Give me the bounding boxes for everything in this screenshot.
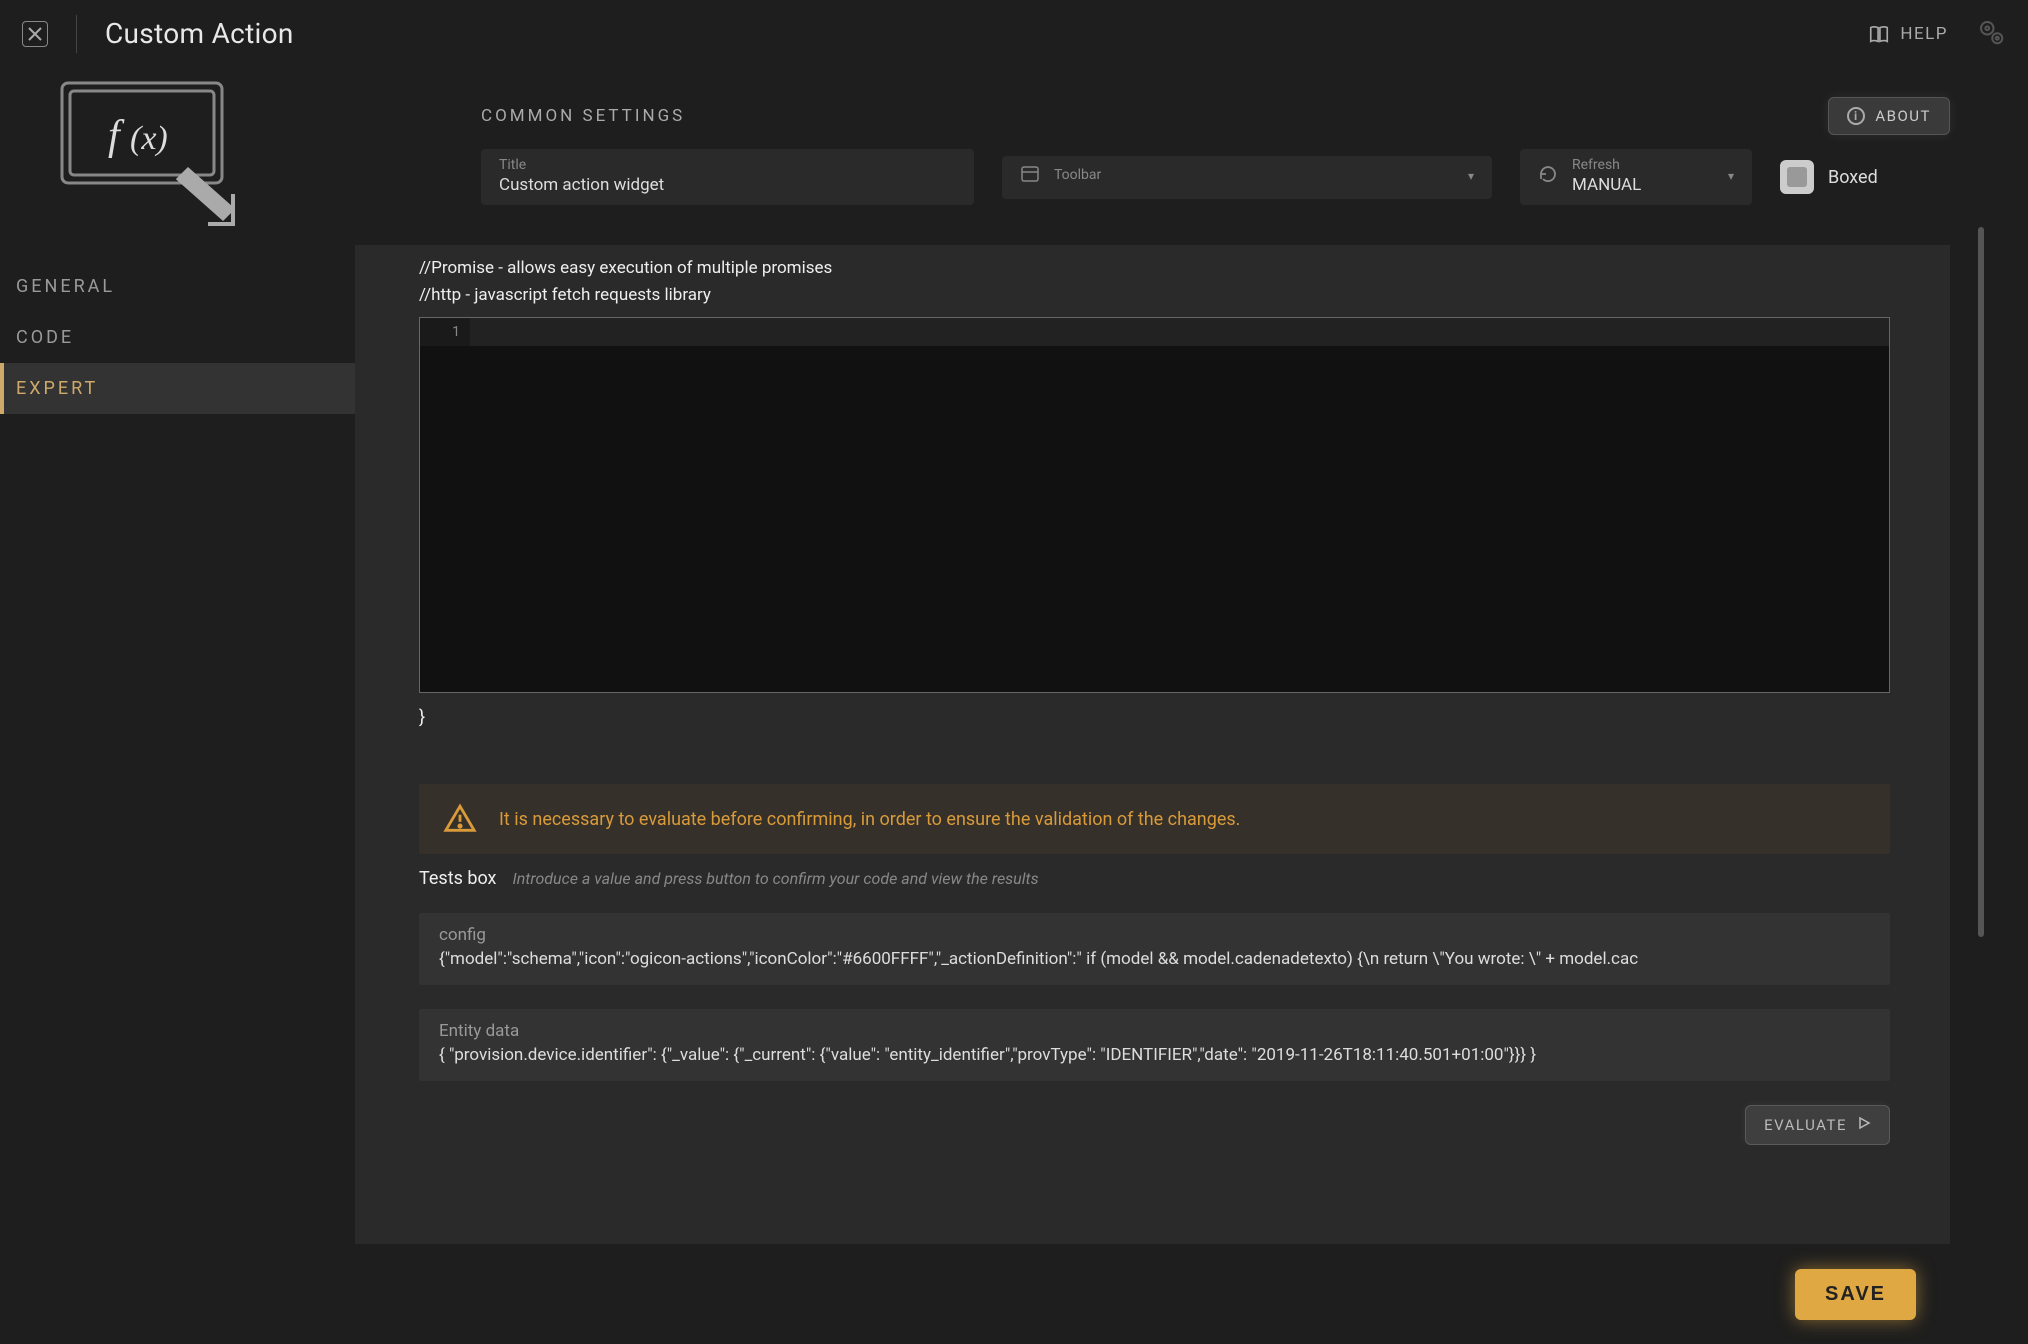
chevron-down-icon: ▾ xyxy=(1468,169,1474,183)
nav-item-expert[interactable]: EXPERT xyxy=(0,363,355,414)
app-header: Custom Action HELP xyxy=(0,0,2028,67)
play-icon xyxy=(1857,1116,1871,1134)
code-comment-1: //Promise - allows easy execution of mul… xyxy=(419,255,1890,282)
about-button[interactable]: i ABOUT xyxy=(1828,97,1950,135)
boxed-checkbox-wrap: Boxed xyxy=(1780,160,1878,194)
config-value: {"model":"schema","icon":"ogicon-actions… xyxy=(439,949,1870,969)
close-icon xyxy=(28,27,42,41)
settings-row: Title Custom action widget Toolbar ▾ xyxy=(355,149,1950,205)
code-editor[interactable]: 1 xyxy=(419,317,1890,693)
divider xyxy=(76,15,77,53)
editor-gutter: 1 xyxy=(420,318,470,346)
sidebar-nav: GENERAL CODE EXPERT xyxy=(0,261,355,414)
body-area: f (x) GENERAL CODE EXPERT COMMON SETTING… xyxy=(0,67,2028,1244)
help-label: HELP xyxy=(1900,24,1948,44)
config-input[interactable]: config {"model":"schema","icon":"ogicon-… xyxy=(419,913,1890,985)
left-sidebar: f (x) GENERAL CODE EXPERT xyxy=(0,67,355,1244)
expert-panel: //Promise - allows easy execution of mul… xyxy=(355,245,1950,1244)
main-content: COMMON SETTINGS i ABOUT Title Custom act… xyxy=(355,67,2028,1244)
chevron-down-icon: ▾ xyxy=(1728,169,1734,183)
book-icon xyxy=(1868,23,1890,45)
save-button[interactable]: SAVE xyxy=(1795,1269,1916,1320)
toolbar-select[interactable]: Toolbar ▾ xyxy=(1002,156,1492,199)
code-comment-2: //http - javascript fetch requests libra… xyxy=(419,282,1890,309)
tests-header: Tests box Introduce a value and press bu… xyxy=(419,868,1890,889)
evaluate-label: EVALUATE xyxy=(1764,1116,1847,1134)
refresh-select[interactable]: Refresh MANUAL ▾ xyxy=(1520,149,1752,205)
entity-label: Entity data xyxy=(439,1021,1870,1041)
function-icon: f (x) xyxy=(58,79,273,239)
nav-item-general[interactable]: GENERAL xyxy=(0,261,355,312)
warning-icon xyxy=(443,802,477,836)
settings-gear-button[interactable] xyxy=(1976,17,2006,51)
title-field[interactable]: Title Custom action widget xyxy=(481,149,974,205)
boxed-checkbox[interactable] xyxy=(1780,160,1814,194)
tests-hint: Introduce a value and press button to co… xyxy=(512,869,1038,888)
settings-header: COMMON SETTINGS i ABOUT xyxy=(355,67,1950,149)
config-label: config xyxy=(439,925,1870,945)
scrollbar[interactable] xyxy=(1978,227,1984,937)
toolbar-label: Toolbar xyxy=(1054,167,1454,183)
help-link[interactable]: HELP xyxy=(1868,23,1948,45)
entity-data-input[interactable]: Entity data { "provision.device.identifi… xyxy=(419,1009,1890,1081)
footer: SAVE xyxy=(0,1244,2028,1344)
close-button[interactable] xyxy=(22,21,48,47)
svg-text:f: f xyxy=(108,113,125,159)
entity-value: { "provision.device.identifier": {"_valu… xyxy=(439,1045,1870,1065)
warning-text: It is necessary to evaluate before confi… xyxy=(499,809,1240,830)
title-field-label: Title xyxy=(499,157,956,173)
tests-label: Tests box xyxy=(419,868,496,889)
boxed-label: Boxed xyxy=(1828,167,1878,188)
toolbar-icon xyxy=(1020,164,1040,189)
gear-icon xyxy=(1976,17,2006,47)
refresh-icon xyxy=(1538,164,1558,189)
fx-logo: f (x) xyxy=(0,67,355,261)
header-left: Custom Action xyxy=(22,15,294,53)
refresh-value: MANUAL xyxy=(1572,175,1714,195)
page-title: Custom Action xyxy=(105,17,294,50)
title-field-value: Custom action widget xyxy=(499,175,956,195)
common-settings-label: COMMON SETTINGS xyxy=(481,106,685,126)
about-label: ABOUT xyxy=(1875,107,1931,125)
closing-brace: } xyxy=(419,707,1890,728)
info-icon: i xyxy=(1847,107,1865,125)
warning-box: It is necessary to evaluate before confi… xyxy=(419,784,1890,854)
header-right: HELP xyxy=(1868,17,2006,51)
nav-item-code[interactable]: CODE xyxy=(0,312,355,363)
evaluate-button[interactable]: EVALUATE xyxy=(1745,1105,1890,1145)
refresh-label: Refresh xyxy=(1572,157,1714,173)
editor-active-line xyxy=(470,318,1889,346)
svg-text:(x): (x) xyxy=(130,120,168,157)
